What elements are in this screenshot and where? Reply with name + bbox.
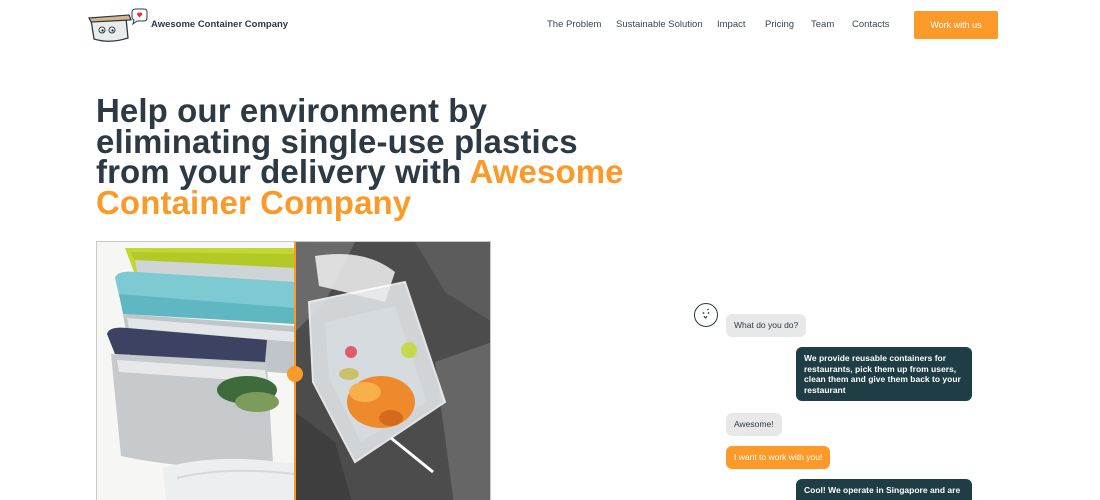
nav-the-problem[interactable]: The Problem bbox=[547, 19, 601, 30]
hero-title: Help our environment by eliminating sing… bbox=[96, 94, 656, 218]
chat-message-work-with-you: I want to work with you! bbox=[726, 446, 831, 469]
nav-sustainable-solution[interactable]: Sustainable Solution bbox=[616, 19, 703, 30]
chat-message-question: What do you do? bbox=[726, 314, 807, 337]
chat-message-answer: We provide reusable containers for resta… bbox=[796, 347, 972, 401]
smiley-face-icon bbox=[694, 303, 718, 327]
before-after-comparison[interactable] bbox=[96, 241, 491, 500]
slider-handle-icon[interactable] bbox=[287, 366, 303, 382]
single-use-plastic-trash-image bbox=[295, 242, 490, 500]
chat-message-awesome: Awesome! bbox=[726, 413, 782, 436]
nav-impact[interactable]: Impact bbox=[717, 19, 746, 30]
nav-pricing[interactable]: Pricing bbox=[765, 19, 794, 30]
container-mascot-logo[interactable] bbox=[88, 8, 150, 44]
work-with-us-button[interactable]: Work with us bbox=[914, 11, 998, 39]
site-header: Awesome Container Company The Problem Su… bbox=[0, 0, 1100, 50]
nav-team[interactable]: Team bbox=[811, 19, 834, 30]
reusable-containers-image bbox=[97, 242, 296, 500]
brand-name[interactable]: Awesome Container Company bbox=[151, 19, 288, 30]
nav-contacts[interactable]: Contacts bbox=[852, 19, 890, 30]
chat-message-location: Cool! We operate in Singapore and are bbox=[796, 479, 972, 500]
